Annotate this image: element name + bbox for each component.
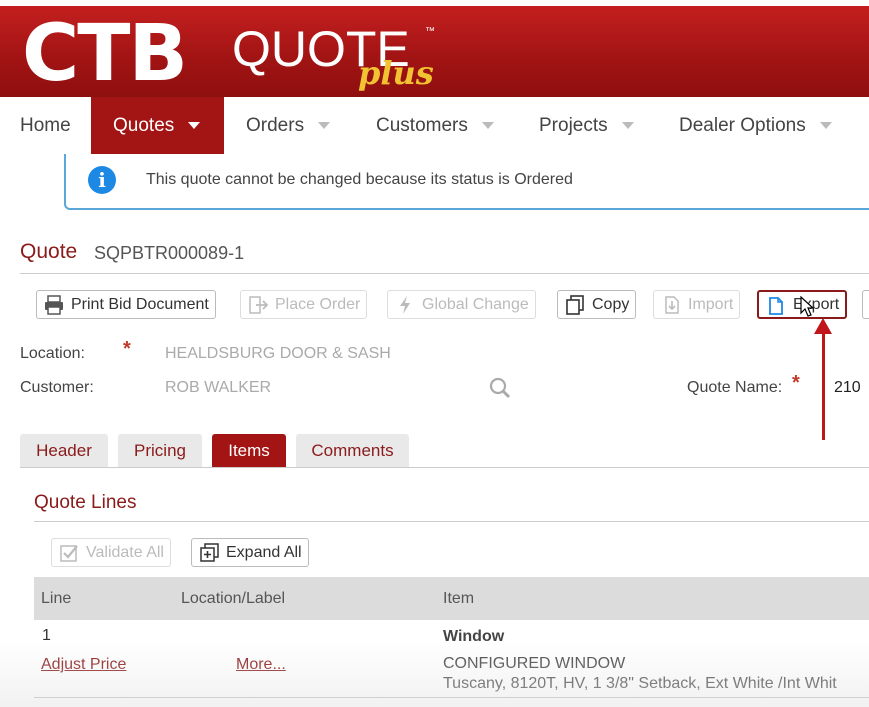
location-label: Location: <box>20 345 85 362</box>
export-arrow-icon <box>249 296 269 314</box>
adjust-price-link[interactable]: Adjust Price <box>41 656 126 674</box>
chevron-down-icon[interactable] <box>621 122 634 130</box>
quote-lines-header: Line Location/Label Item <box>34 577 869 620</box>
status-alert: i This quote cannot be changed because i… <box>64 154 869 210</box>
checkbox-check-icon <box>60 545 78 562</box>
nav-customers[interactable]: Customers <box>376 97 494 154</box>
chevron-down-icon[interactable] <box>819 122 832 130</box>
annotation-arrow-line <box>822 332 825 440</box>
customer-label: Customer: <box>20 379 94 396</box>
column-header-location-label[interactable]: Location/Label <box>181 590 285 608</box>
mouse-cursor-icon <box>800 296 815 317</box>
search-icon[interactable] <box>488 376 512 400</box>
lightning-icon <box>400 296 410 314</box>
nav-projects-label: Projects <box>539 115 608 136</box>
nav-orders-label: Orders <box>246 115 305 136</box>
place-order-button[interactable]: Place Order <box>240 290 368 319</box>
import-icon <box>665 296 679 314</box>
customer-value: ROB WALKER <box>165 379 272 396</box>
nav-quotes[interactable]: Quotes <box>91 97 224 154</box>
divider <box>20 273 869 274</box>
column-header-line[interactable]: Line <box>41 590 71 608</box>
nav-home[interactable]: Home <box>20 97 71 154</box>
expand-all-button[interactable]: Expand All <box>191 538 309 567</box>
global-change-label: Global Change <box>422 296 529 313</box>
import-button[interactable]: Import <box>653 290 741 319</box>
quote-name-value[interactable]: 210 <box>834 379 861 397</box>
chevron-down-icon[interactable] <box>481 122 494 130</box>
copy-icon <box>566 295 584 315</box>
required-marker: * <box>123 338 131 360</box>
printer-icon <box>45 295 63 315</box>
quote-name-label: Quote Name: <box>687 379 783 396</box>
tab-divider <box>20 467 869 468</box>
quote-lines-title: Quote Lines <box>34 492 137 513</box>
expand-icon <box>200 543 219 562</box>
required-marker: * <box>792 372 800 394</box>
alert-message: This quote cannot be changed because its… <box>146 171 573 188</box>
global-change-button[interactable]: Global Change <box>387 290 536 319</box>
export-icon <box>769 297 783 315</box>
logo-ctb: CTB <box>22 9 188 99</box>
nav-quotes-label: Quotes <box>113 115 175 136</box>
tab-items[interactable]: Items <box>212 434 286 468</box>
page-title: Quote <box>20 240 78 263</box>
main-nav: Home Quotes Orders Customers Projects De… <box>0 97 869 154</box>
copy-label: Copy <box>592 296 630 313</box>
nav-customers-label: Customers <box>376 115 468 136</box>
nav-dealer-options[interactable]: Dealer Options <box>679 97 832 154</box>
more-toolbar-button[interactable] <box>862 290 869 319</box>
nav-orders[interactable]: Orders <box>246 97 331 154</box>
column-header-item[interactable]: Item <box>443 590 474 608</box>
more-link[interactable]: More... <box>236 656 286 674</box>
item-description: Tuscany, 8120T, HV, 1 3/8" Setback, Ext … <box>443 675 837 692</box>
divider <box>34 521 869 522</box>
import-label: Import <box>688 296 734 313</box>
location-value: HEALDSBURG DOOR & SASH <box>165 345 391 362</box>
print-bid-document-button[interactable]: Print Bid Document <box>36 290 216 319</box>
chevron-down-icon[interactable] <box>318 122 331 130</box>
tab-comments[interactable]: Comments <box>296 434 409 468</box>
logo-trademark: ™ <box>425 26 435 37</box>
header-banner: CTB QUOTE ™ plus <box>0 0 869 97</box>
expand-all-label: Expand All <box>226 544 302 561</box>
quote-number: SQPBTR000089-1 <box>94 243 245 263</box>
copy-button[interactable]: Copy <box>557 290 637 319</box>
nav-projects[interactable]: Projects <box>539 97 634 154</box>
logo-plus: plus <box>358 54 434 92</box>
print-bid-document-label: Print Bid Document <box>71 296 209 313</box>
line-number: 1 <box>42 627 51 644</box>
tab-header[interactable]: Header <box>20 434 108 468</box>
chevron-down-icon[interactable] <box>188 122 201 130</box>
tab-pricing[interactable]: Pricing <box>118 434 202 468</box>
item-title: Window <box>443 628 505 645</box>
item-subtitle: CONFIGURED WINDOW <box>443 655 626 672</box>
place-order-label: Place Order <box>275 296 361 313</box>
validate-all-button[interactable]: Validate All <box>51 538 171 567</box>
validate-all-label: Validate All <box>86 544 164 561</box>
nav-dealer-options-label: Dealer Options <box>679 115 806 136</box>
row-divider <box>34 697 869 698</box>
nav-home-label: Home <box>20 115 71 136</box>
info-icon: i <box>88 166 116 194</box>
